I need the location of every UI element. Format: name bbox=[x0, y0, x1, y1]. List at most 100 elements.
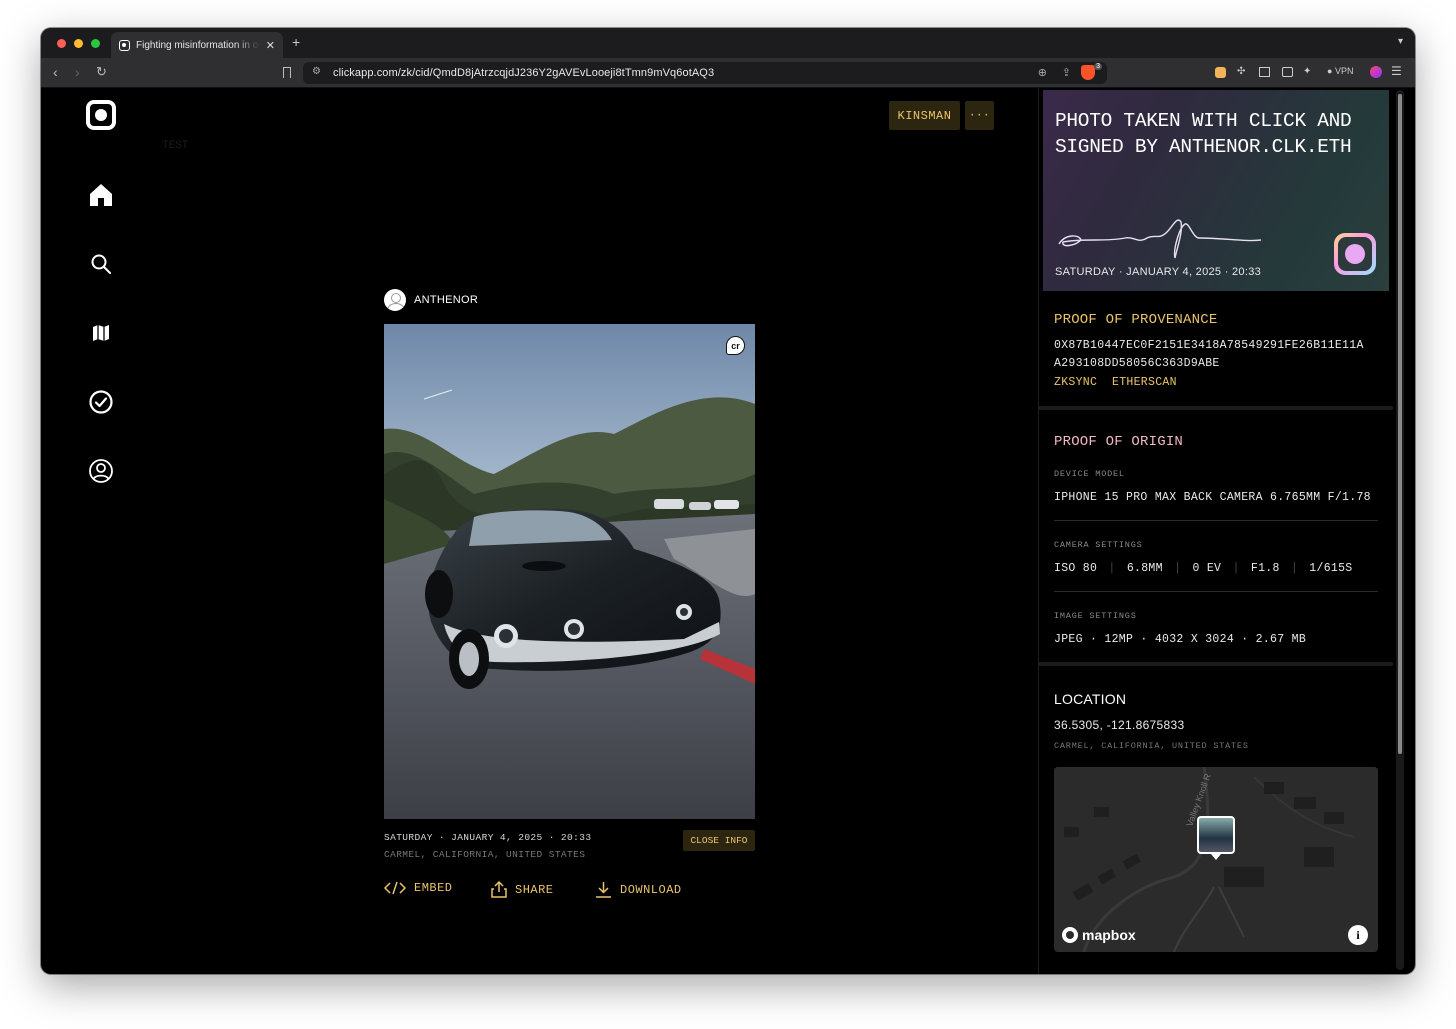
vpn-button[interactable]: ● VPN bbox=[1327, 66, 1353, 76]
exposure-value: 0 EV bbox=[1192, 562, 1222, 575]
signature-card: PHOTO TAKEN WITH CLICK AND SIGNED BY ANT… bbox=[1043, 90, 1389, 291]
mapbox-logo-icon bbox=[1062, 927, 1078, 943]
user-kinsman-button[interactable]: KINSMAN bbox=[889, 101, 960, 130]
download-button[interactable]: DOWNLOAD bbox=[595, 881, 682, 898]
click-favicon-icon bbox=[119, 39, 130, 51]
car-photo-image bbox=[384, 324, 755, 819]
share-page-icon[interactable]: ⇪ bbox=[1062, 66, 1071, 79]
back-arrow-icon[interactable]: ‹ bbox=[53, 64, 58, 80]
new-tab-button[interactable]: + bbox=[292, 34, 300, 50]
iso-value: ISO 80 bbox=[1054, 562, 1098, 575]
shutter-value: 1/615S bbox=[1309, 562, 1353, 575]
card-date: SATURDAY · JANUARY 4, 2025 · 20:33 bbox=[1055, 266, 1262, 278]
location-place: CARMEL, CALIFORNIA, UNITED STATES bbox=[1054, 741, 1249, 751]
sidebar-item-profile[interactable] bbox=[87, 457, 115, 485]
url-text[interactable]: clickapp.com/zk/cid/QmdD8jAtrzcqjdJ236Y2… bbox=[333, 67, 714, 79]
section-divider bbox=[1039, 406, 1393, 410]
vpn-dot-icon: ● bbox=[1327, 66, 1333, 76]
post-photo[interactable]: cr bbox=[384, 324, 755, 819]
signature-image bbox=[1058, 219, 1262, 259]
close-window-button[interactable] bbox=[57, 39, 66, 48]
embed-button[interactable]: EMBED bbox=[384, 881, 453, 895]
map-info-icon[interactable]: i bbox=[1348, 925, 1368, 945]
post-date: SATURDAY · JANUARY 4, 2025 · 20:33 bbox=[384, 832, 592, 843]
mapbox-label: mapbox bbox=[1082, 927, 1136, 943]
share-button[interactable]: SHARE bbox=[491, 881, 554, 898]
tab-strip: Fighting misinformation in onchain photo… bbox=[41, 28, 1415, 58]
location-map[interactable]: Valley Knoll R mapbox i bbox=[1054, 767, 1378, 952]
reload-icon[interactable]: ↻ bbox=[96, 64, 107, 80]
map-icon bbox=[93, 325, 109, 341]
menu-hamburger-icon[interactable]: ☰ bbox=[1391, 64, 1402, 78]
image-settings-label: IMAGE SETTINGS bbox=[1054, 611, 1137, 621]
click-logo-icon[interactable] bbox=[86, 100, 116, 130]
post-author[interactable]: ANTHENOR bbox=[384, 289, 478, 311]
bookmark-icon[interactable] bbox=[283, 67, 291, 78]
profile-avatar-icon[interactable] bbox=[1370, 66, 1382, 78]
author-name[interactable]: ANTHENOR bbox=[414, 294, 478, 306]
origin-heading: PROOF OF ORIGIN bbox=[1054, 434, 1184, 450]
more-options-button[interactable]: ··· bbox=[965, 101, 994, 130]
wallet-extension-icon[interactable] bbox=[1215, 67, 1226, 78]
active-tab[interactable]: Fighting misinformation in onchain photo… bbox=[111, 32, 283, 58]
etherscan-link[interactable]: ETHERSCAN bbox=[1112, 376, 1177, 389]
brave-shields-icon[interactable] bbox=[1081, 65, 1095, 80]
sidebar-item-home[interactable] bbox=[87, 181, 115, 209]
sidebar-item-map[interactable] bbox=[87, 319, 115, 347]
minimize-window-button[interactable] bbox=[74, 39, 83, 48]
wallet-icon[interactable] bbox=[1282, 67, 1293, 77]
site-settings-icon[interactable]: ⚙ bbox=[312, 66, 321, 77]
zoom-icon[interactable]: ⊕ bbox=[1038, 66, 1047, 79]
zoom-window-button[interactable] bbox=[91, 39, 100, 48]
address-bar[interactable]: ⚙ clickapp.com/zk/cid/QmdD8jAtrzcqjdJ236… bbox=[303, 62, 1107, 84]
focal-length-value: 6.8MM bbox=[1126, 562, 1163, 575]
author-avatar[interactable] bbox=[384, 289, 406, 311]
tab-title: Fighting misinformation in onchain photo… bbox=[136, 39, 260, 51]
pipe-separator: | bbox=[1108, 562, 1116, 575]
image-settings-value: JPEG · 12MP · 4032 X 3024 · 2.67 MB bbox=[1054, 633, 1307, 646]
tab-close-icon[interactable]: ✕ bbox=[266, 39, 275, 52]
share-icon bbox=[491, 881, 507, 898]
vpn-label: VPN bbox=[1334, 66, 1354, 76]
pipe-separator: | bbox=[1290, 562, 1299, 575]
ghost-label: TEST bbox=[162, 140, 189, 152]
provenance-hash-line1: 0X87B10447EC0F2151E3418A78549291FE26B11E… bbox=[1054, 339, 1364, 352]
row-divider bbox=[1054, 520, 1378, 521]
code-icon bbox=[384, 881, 406, 895]
location-coords: 36.5305, -121.8675833 bbox=[1054, 718, 1185, 732]
check-circle-icon bbox=[89, 390, 113, 414]
post-location: CARMEL, CALIFORNIA, UNITED STATES bbox=[384, 849, 586, 860]
location-heading: LOCATION bbox=[1054, 691, 1127, 707]
marker-pointer-icon bbox=[1211, 854, 1221, 860]
section-divider bbox=[1039, 662, 1393, 666]
extensions-puzzle-icon[interactable]: ✣ bbox=[1237, 66, 1245, 77]
tab-list-chevron-icon[interactable]: ▾ bbox=[1398, 36, 1403, 47]
sidebar-item-verified[interactable] bbox=[87, 388, 115, 416]
page-content: TEST KINSMAN ··· ANTHENOR cr SATURDAY · … bbox=[41, 88, 1415, 974]
shields-badge: 3 bbox=[1094, 63, 1102, 70]
download-label: DOWNLOAD bbox=[620, 882, 682, 897]
map-photo-marker[interactable] bbox=[1197, 816, 1235, 854]
zksync-link[interactable]: ZKSYNC bbox=[1054, 376, 1097, 389]
camera-settings-values: ISO 80 | 6.8MM | 0 EV | F1.8 | 1/615S bbox=[1054, 562, 1353, 575]
camera-settings-label: CAMERA SETTINGS bbox=[1054, 540, 1143, 550]
scrollbar-thumb[interactable] bbox=[1398, 94, 1402, 754]
window-controls bbox=[57, 39, 100, 48]
leo-ai-icon[interactable]: ✦ bbox=[1303, 66, 1311, 77]
row-divider bbox=[1054, 591, 1378, 592]
download-icon bbox=[596, 882, 611, 898]
search-icon bbox=[91, 254, 111, 274]
info-panel: PHOTO TAKEN WITH CLICK AND SIGNED BY ANT… bbox=[1038, 88, 1393, 974]
sidebar-toggle-icon[interactable] bbox=[1259, 67, 1270, 77]
card-title: PHOTO TAKEN WITH CLICK AND SIGNED BY ANT… bbox=[1055, 110, 1352, 158]
forward-arrow-icon[interactable]: › bbox=[75, 64, 80, 80]
home-icon bbox=[90, 184, 112, 206]
provenance-hash-line2: A293108DD58056C363D9ABE bbox=[1054, 357, 1220, 370]
user-circle-icon bbox=[89, 459, 113, 483]
content-credentials-icon[interactable]: cr bbox=[726, 336, 745, 355]
sidebar-item-search[interactable] bbox=[87, 250, 115, 278]
aperture-value: F1.8 bbox=[1250, 562, 1280, 575]
close-info-button[interactable]: CLOSE INFO bbox=[683, 830, 755, 851]
mapbox-attribution[interactable]: mapbox bbox=[1062, 927, 1136, 943]
provenance-heading: PROOF OF PROVENANCE bbox=[1054, 312, 1218, 328]
